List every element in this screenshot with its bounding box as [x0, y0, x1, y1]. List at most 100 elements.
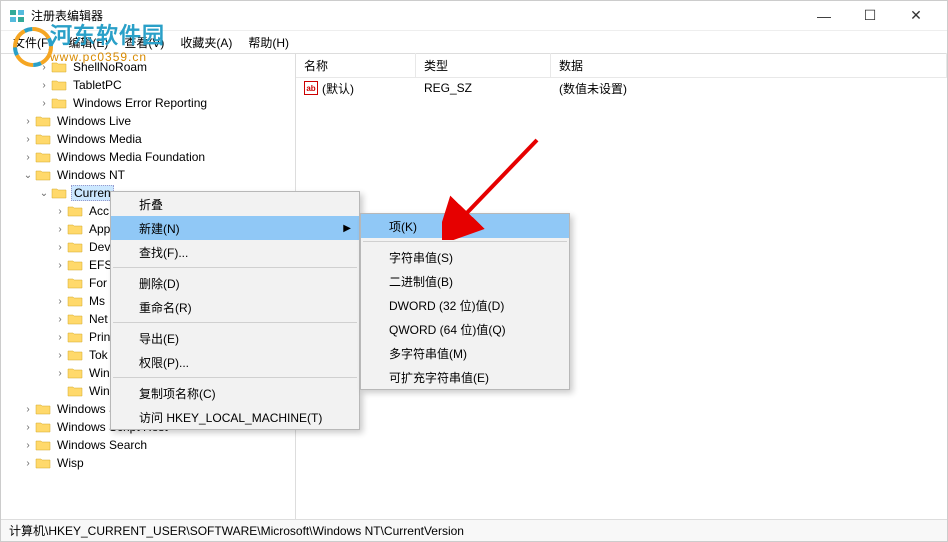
expander-icon[interactable]: › — [37, 80, 51, 91]
app-icon — [9, 8, 25, 24]
menu-item-label: 导出(E) — [139, 330, 179, 347]
ctx-new[interactable]: 新建(N) ▶ — [111, 216, 359, 240]
tree-item[interactable]: ›ShellNoRoam — [1, 58, 295, 76]
menu-item-label: DWORD (32 位)值(D) — [389, 297, 504, 314]
expander-icon[interactable]: › — [21, 458, 35, 469]
expander-icon[interactable]: › — [21, 440, 35, 451]
expander-icon[interactable]: › — [21, 152, 35, 163]
ctx-permissions[interactable]: 权限(P)... — [111, 350, 359, 374]
ctx-export[interactable]: 导出(E) — [111, 326, 359, 350]
ctx-new-binary[interactable]: 二进制值(B) — [361, 269, 569, 293]
column-name[interactable]: 名称 — [296, 53, 416, 78]
expander-icon[interactable]: › — [53, 332, 67, 343]
ctx-new-string[interactable]: 字符串值(S) — [361, 245, 569, 269]
menu-item-label: 查找(F)... — [139, 244, 188, 261]
expander-icon[interactable]: ⌄ — [21, 170, 35, 181]
expander-icon[interactable]: ⌄ — [37, 188, 51, 199]
folder-icon — [67, 222, 83, 236]
column-type[interactable]: 类型 — [416, 53, 551, 78]
expander-icon[interactable]: › — [21, 116, 35, 127]
menu-file[interactable]: 文件(F) — [7, 32, 58, 53]
list-header: 名称 类型 数据 — [296, 54, 947, 78]
expander-icon[interactable]: › — [53, 260, 67, 271]
menu-edit[interactable]: 编辑(E) — [62, 32, 114, 53]
tree-item[interactable]: ›Windows Error Reporting — [1, 94, 295, 112]
tree-item-label: Windows Media Foundation — [55, 150, 207, 164]
tree-item-label: Windows Search — [55, 438, 149, 452]
tree-item-label: Win — [87, 366, 112, 380]
tree-item-label: App — [87, 222, 112, 236]
folder-icon — [67, 294, 83, 308]
expander-icon[interactable]: › — [53, 368, 67, 379]
menu-item-label: 二进制值(B) — [389, 273, 453, 290]
expander-icon[interactable]: › — [53, 296, 67, 307]
tree-item[interactable]: ›Wisp — [1, 454, 295, 472]
expander-icon[interactable]: › — [37, 98, 51, 109]
expander-icon[interactable]: › — [53, 206, 67, 217]
folder-icon — [35, 132, 51, 146]
menu-favorites[interactable]: 收藏夹(A) — [174, 32, 238, 53]
tree-item[interactable]: › Windows Media Foundation — [1, 148, 295, 166]
expander-icon[interactable]: › — [53, 224, 67, 235]
tree-item[interactable]: › Windows Media — [1, 130, 295, 148]
tree-item[interactable]: › Windows Search — [1, 436, 295, 454]
folder-icon — [51, 96, 67, 110]
statusbar: 计算机\HKEY_CURRENT_USER\SOFTWARE\Microsoft… — [1, 519, 947, 541]
maximize-button[interactable]: ☐ — [847, 1, 893, 31]
tree-item-label: Acc — [87, 204, 111, 218]
menu-item-label: 复制项名称(C) — [139, 385, 216, 402]
menu-item-label: 可扩充字符串值(E) — [389, 369, 489, 386]
ctx-goto[interactable]: 访问 HKEY_LOCAL_MACHINE(T) — [111, 405, 359, 429]
menu-item-label: 新建(N) — [139, 220, 180, 237]
menu-view[interactable]: 查看(V) — [118, 32, 170, 53]
tree-item-label: Windows Media — [55, 132, 144, 146]
tree-item-label: Dev — [87, 240, 112, 254]
expander-icon[interactable]: › — [53, 314, 67, 325]
folder-icon — [35, 168, 51, 182]
ctx-find[interactable]: 查找(F)... — [111, 240, 359, 264]
folder-icon — [67, 312, 83, 326]
ctx-new-multistring[interactable]: 多字符串值(M) — [361, 341, 569, 365]
ctx-new-dword[interactable]: DWORD (32 位)值(D) — [361, 293, 569, 317]
column-data[interactable]: 数据 — [551, 53, 947, 78]
expander-icon[interactable]: › — [21, 134, 35, 145]
menu-item-label: 字符串值(S) — [389, 249, 453, 266]
ctx-collapse[interactable]: 折叠 — [111, 192, 359, 216]
folder-icon — [67, 204, 83, 218]
tree-item-label: Net — [87, 312, 110, 326]
tree-item[interactable]: ⌄Windows NT — [1, 166, 295, 184]
menu-item-label: 访问 HKEY_LOCAL_MACHINE(T) — [139, 409, 322, 426]
submenu-arrow-icon: ▶ — [343, 223, 351, 234]
expander-icon[interactable]: › — [53, 242, 67, 253]
menu-item-label: 权限(P)... — [139, 354, 189, 371]
ctx-new-expandstring[interactable]: 可扩充字符串值(E) — [361, 365, 569, 389]
tree-item[interactable]: › TabletPC — [1, 76, 295, 94]
folder-icon — [51, 60, 67, 74]
folder-icon — [35, 150, 51, 164]
folder-icon — [35, 114, 51, 128]
expander-icon[interactable]: › — [37, 62, 51, 73]
folder-icon — [67, 258, 83, 272]
ctx-delete[interactable]: 删除(D) — [111, 271, 359, 295]
menu-help[interactable]: 帮助(H) — [242, 32, 295, 53]
ctx-copykey[interactable]: 复制项名称(C) — [111, 381, 359, 405]
expander-icon[interactable]: › — [21, 404, 35, 415]
tree-item[interactable]: ›Windows Live — [1, 112, 295, 130]
ctx-rename[interactable]: 重命名(R) — [111, 295, 359, 319]
tree-item-label: Curren — [71, 185, 114, 201]
expander-icon[interactable]: › — [53, 350, 67, 361]
ctx-new-qword[interactable]: QWORD (64 位)值(Q) — [361, 317, 569, 341]
window-title: 注册表编辑器 — [31, 7, 801, 24]
minimize-button[interactable]: — — [801, 1, 847, 31]
tree-item-label: TabletPC — [71, 78, 124, 92]
folder-icon — [67, 276, 83, 290]
menu-item-label: 折叠 — [139, 196, 163, 213]
folder-icon — [67, 330, 83, 344]
value-data: (数值未设置) — [551, 80, 947, 97]
folder-icon — [67, 240, 83, 254]
expander-icon[interactable]: › — [21, 422, 35, 433]
close-button[interactable]: ✕ — [893, 1, 939, 31]
ctx-new-key[interactable]: 项(K) — [361, 214, 569, 238]
folder-icon — [51, 186, 67, 200]
list-row[interactable]: ab(默认)REG_SZ(数值未设置) — [296, 78, 947, 98]
